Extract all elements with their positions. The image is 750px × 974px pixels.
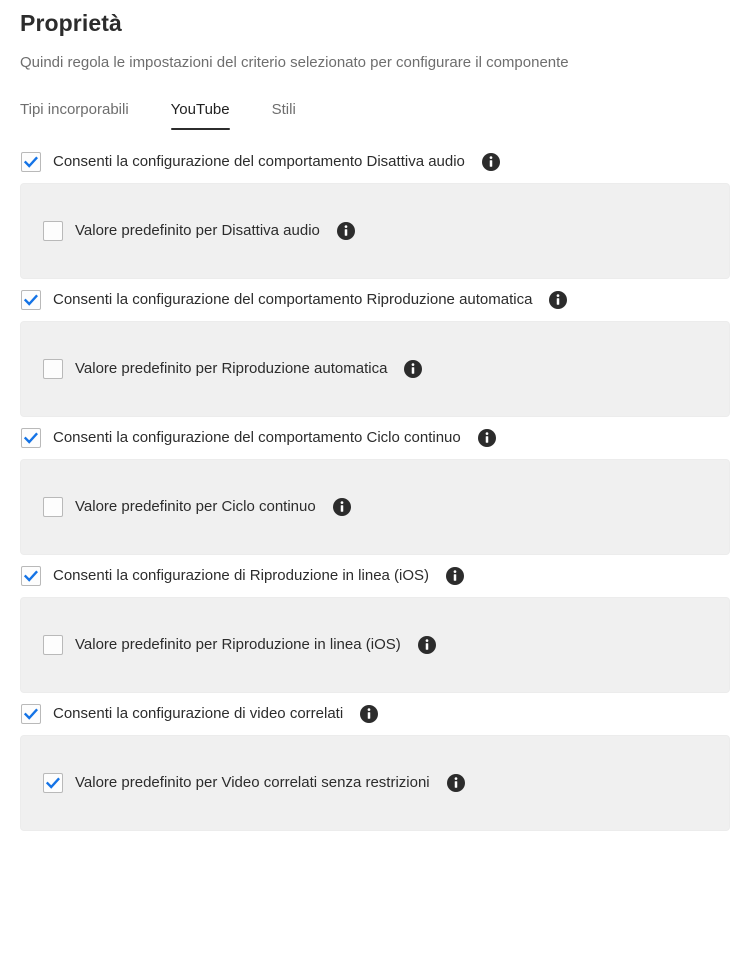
default-value-label: Valore predefinito per Riproduzione auto… <box>75 360 388 377</box>
default-value-row[interactable]: Valore predefinito per Disattiva audio <box>43 221 355 241</box>
settings-list: Consenti la configurazione del comportam… <box>20 146 730 831</box>
info-circle-icon[interactable] <box>549 291 568 309</box>
allow-config-checkbox[interactable] <box>21 152 41 172</box>
allow-config-checkbox[interactable] <box>21 566 41 586</box>
allow-config-label: Consenti la configurazione del comportam… <box>53 429 461 446</box>
default-value-row[interactable]: Valore predefinito per Ciclo continuo <box>43 497 351 517</box>
default-value-panel: Valore predefinito per Ciclo continuo <box>20 459 730 555</box>
allow-config-row[interactable]: Consenti la configurazione del comportam… <box>20 284 730 316</box>
page-title: Proprietà <box>20 10 122 36</box>
allow-config-checkbox[interactable] <box>21 704 41 724</box>
allow-config-label: Consenti la configurazione di Riproduzio… <box>53 567 430 584</box>
default-value-checkbox[interactable] <box>43 635 63 655</box>
info-circle-icon[interactable] <box>417 636 436 654</box>
default-value-row[interactable]: Valore predefinito per Video correlati s… <box>43 773 465 793</box>
tab-bar: Tipi incorporabili YouTube Stili <box>20 94 730 130</box>
allow-config-label: Consenti la configurazione del comportam… <box>53 291 533 308</box>
properties-panel: Proprietà Quindi regola le impostazioni … <box>0 0 750 974</box>
allow-config-label: Consenti la configurazione di video corr… <box>53 705 344 722</box>
info-circle-icon[interactable] <box>446 774 465 792</box>
allow-config-checkbox[interactable] <box>21 428 41 448</box>
page-subtitle: Quindi regola le impostazioni del criter… <box>20 54 569 71</box>
tab-tipi-incorporabili[interactable]: Tipi incorporabili <box>20 100 129 130</box>
info-circle-icon[interactable] <box>332 498 351 516</box>
default-value-panel: Valore predefinito per Riproduzione in l… <box>20 597 730 693</box>
default-value-checkbox[interactable] <box>43 497 63 517</box>
default-value-checkbox[interactable] <box>43 221 63 241</box>
default-value-panel: Valore predefinito per Video correlati s… <box>20 735 730 831</box>
info-circle-icon[interactable] <box>477 429 496 447</box>
info-circle-icon[interactable] <box>481 153 500 171</box>
default-value-panel: Valore predefinito per Disattiva audio <box>20 183 730 279</box>
tab-youtube[interactable]: YouTube <box>170 100 230 130</box>
tab-stili[interactable]: Stili <box>272 100 296 130</box>
info-circle-icon[interactable] <box>404 360 423 378</box>
allow-config-row[interactable]: Consenti la configurazione del comportam… <box>20 146 730 178</box>
allow-config-row[interactable]: Consenti la configurazione del comportam… <box>20 422 730 454</box>
default-value-label: Valore predefinito per Video correlati s… <box>75 774 430 791</box>
default-value-checkbox[interactable] <box>43 359 63 379</box>
allow-config-label: Consenti la configurazione del comportam… <box>53 153 465 170</box>
default-value-checkbox[interactable] <box>43 773 63 793</box>
default-value-panel: Valore predefinito per Riproduzione auto… <box>20 321 730 417</box>
default-value-label: Valore predefinito per Disattiva audio <box>75 222 320 239</box>
allow-config-checkbox[interactable] <box>21 290 41 310</box>
allow-config-row[interactable]: Consenti la configurazione di video corr… <box>20 698 730 730</box>
info-circle-icon[interactable] <box>446 567 465 585</box>
info-circle-icon[interactable] <box>336 222 355 240</box>
default-value-label: Valore predefinito per Ciclo continuo <box>75 498 316 515</box>
default-value-row[interactable]: Valore predefinito per Riproduzione auto… <box>43 359 423 379</box>
default-value-row[interactable]: Valore predefinito per Riproduzione in l… <box>43 635 436 655</box>
allow-config-row[interactable]: Consenti la configurazione di Riproduzio… <box>20 560 730 592</box>
info-circle-icon[interactable] <box>360 705 379 723</box>
default-value-label: Valore predefinito per Riproduzione in l… <box>75 636 401 653</box>
